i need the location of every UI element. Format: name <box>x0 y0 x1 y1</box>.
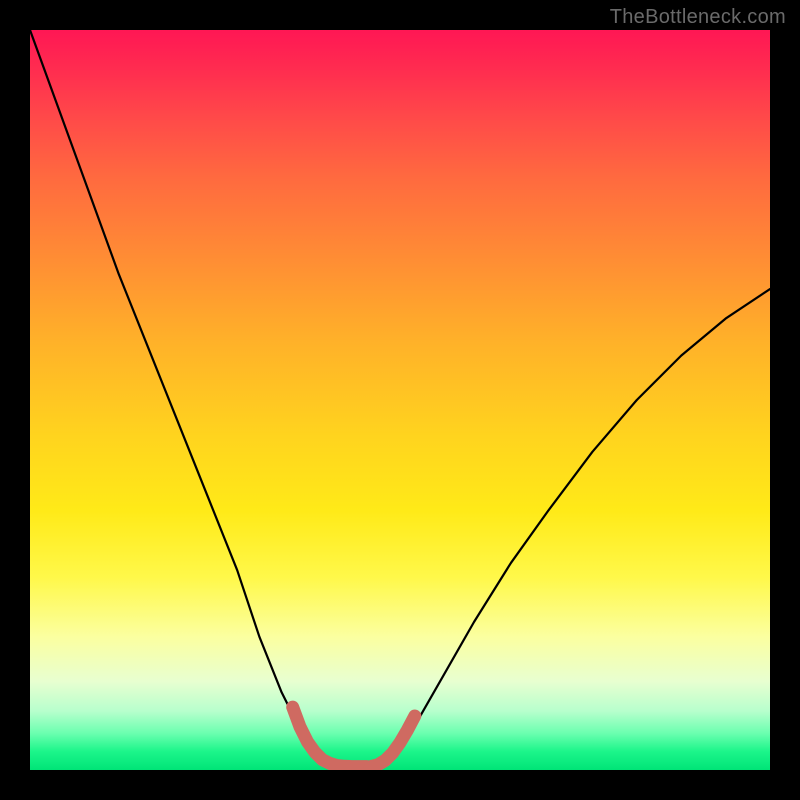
series-curve-left <box>30 30 333 766</box>
plot-area <box>30 30 770 770</box>
series-highlight-left <box>293 707 367 767</box>
series-curve-right <box>378 289 770 766</box>
watermark-text: TheBottleneck.com <box>610 6 786 29</box>
series-highlight-right <box>370 716 414 767</box>
chart-frame: TheBottleneck.com <box>0 0 800 800</box>
chart-svg <box>30 30 770 770</box>
